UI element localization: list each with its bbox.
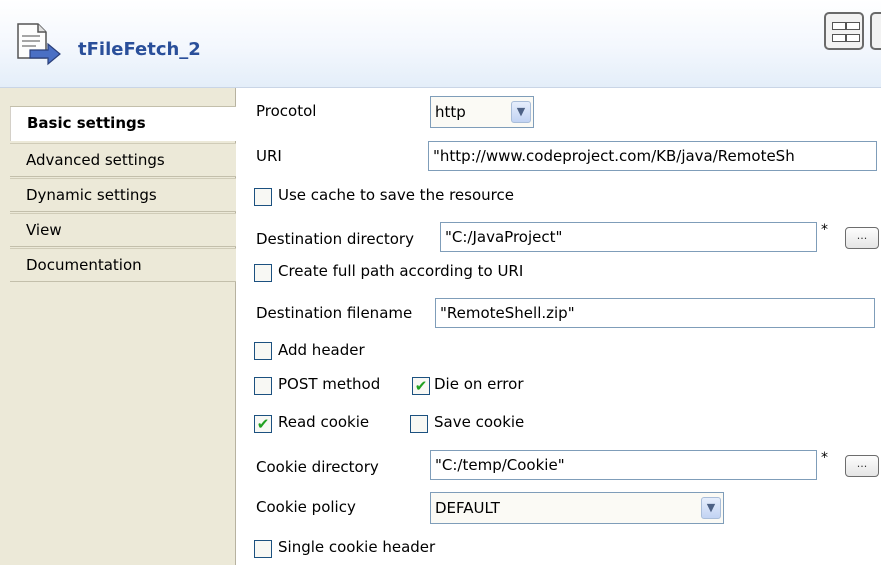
read-cookie-label: Read cookie [278,413,370,431]
uri-input[interactable]: "http://www.codeproject.com/KB/java/Remo… [428,141,877,171]
post-method-label: POST method [278,375,381,393]
settings-sidebar: Basic settings Advanced settings Dynamic… [0,88,236,565]
cookie-directory-input[interactable]: "C:/temp/Cookie" [430,450,817,480]
destination-filename-label: Destination filename [256,304,413,322]
cookie-directory-label: Cookie directory [256,458,379,476]
sidebar-top-strip [10,88,236,107]
cookie-policy-value: DEFAULT [435,499,500,517]
layout-toggle-button[interactable] [824,12,864,50]
sidebar-item-documentation[interactable]: Documentation [10,248,236,282]
protocol-select[interactable]: http ▼ [430,96,534,128]
single-cookie-header-checkbox[interactable] [254,540,272,558]
required-marker: * [821,450,828,466]
cookie-policy-label: Cookie policy [256,498,356,516]
file-fetch-icon [14,22,62,66]
chevron-down-icon[interactable]: ▼ [511,101,531,123]
create-full-path-checkbox[interactable] [254,264,272,282]
post-method-checkbox[interactable] [254,377,272,395]
save-cookie-checkbox[interactable] [410,415,428,433]
required-marker: * [821,222,828,238]
sidebar-item-dynamic-settings[interactable]: Dynamic settings [10,178,236,212]
use-cache-checkbox[interactable] [254,188,272,206]
add-header-label: Add header [278,341,365,359]
protocol-value: http [435,103,466,121]
destination-directory-input[interactable]: "C:/JavaProject" [440,222,817,252]
die-on-error-label: Die on error [434,375,524,393]
destination-directory-label: Destination directory [256,230,414,248]
protocol-label: Procotol [256,102,317,120]
destination-filename-input[interactable]: "RemoteShell.zip" [435,298,875,328]
component-header: tFileFetch_2 [0,0,881,88]
add-header-checkbox[interactable] [254,342,272,360]
create-full-path-label: Create full path according to URI [278,262,524,280]
sidebar-item-advanced-settings[interactable]: Advanced settings [10,143,236,177]
save-cookie-label: Save cookie [434,413,525,431]
read-cookie-checkbox[interactable]: ✔ [254,415,272,433]
use-cache-label: Use cache to save the resource [278,186,514,204]
cookie-policy-select[interactable]: DEFAULT ▼ [430,492,724,524]
view-toggle-button[interactable] [870,12,881,50]
uri-label: URI [256,147,282,165]
sidebar-item-basic-settings[interactable]: Basic settings [10,107,236,141]
sidebar-item-view[interactable]: View [10,213,236,247]
cookie-directory-browse-button[interactable]: ... [845,455,879,477]
die-on-error-checkbox[interactable]: ✔ [412,377,430,395]
single-cookie-header-label: Single cookie header [278,538,436,556]
destination-directory-browse-button[interactable]: ... [845,227,879,249]
component-title: tFileFetch_2 [78,39,201,60]
chevron-down-icon[interactable]: ▼ [701,497,721,519]
